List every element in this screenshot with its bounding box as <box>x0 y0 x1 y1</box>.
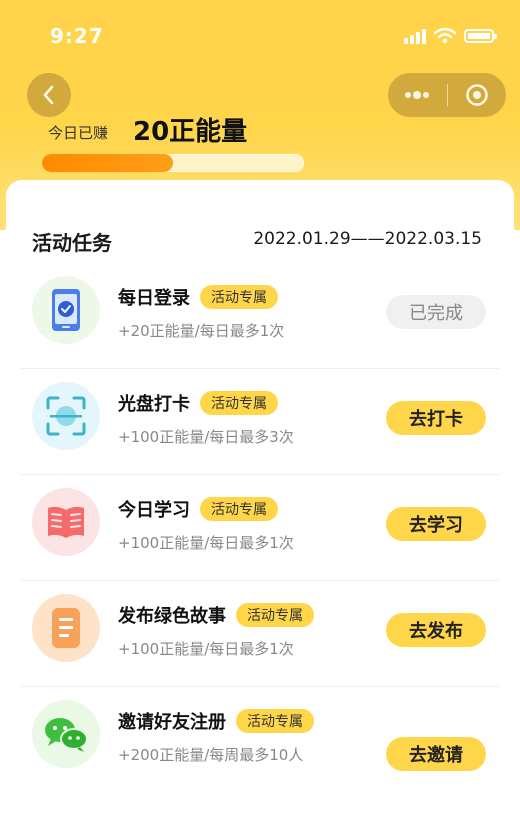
task-name: 今日学习 活动专属 <box>118 496 278 522</box>
status-time: 9:27 <box>50 24 104 48</box>
earned-today-label: 今日已赚 <box>48 124 109 142</box>
task-done-button[interactable]: 已完成 <box>386 295 486 329</box>
task-item-clean-plate: 光盘打卡 活动专属 +100正能量/每日最多3次 去打卡 <box>20 368 500 475</box>
signal-icon <box>404 28 426 44</box>
task-reward: +200正能量/每周最多10人 <box>118 746 304 764</box>
status-icons <box>404 26 497 46</box>
study-button[interactable]: 去学习 <box>386 507 486 541</box>
wifi-icon <box>434 28 456 44</box>
invite-button[interactable]: 去邀请 <box>386 737 486 771</box>
task-tag: 活动专属 <box>200 285 278 309</box>
publish-button[interactable]: 去发布 <box>386 613 486 647</box>
phone-check-icon <box>32 276 100 344</box>
task-item-daily-study: 今日学习 活动专属 +100正能量/每日最多1次 去学习 <box>20 474 500 581</box>
more-button[interactable] <box>388 73 447 117</box>
task-name: 每日登录 活动专属 <box>118 284 278 310</box>
task-card: 活动任务 2022.01.29——2022.03.15 每日登录 活动专属 +20… <box>6 180 514 840</box>
task-reward: +100正能量/每日最多1次 <box>118 534 294 552</box>
book-icon <box>32 488 100 556</box>
task-name: 光盘打卡 活动专属 <box>118 390 278 416</box>
task-reward: +20正能量/每日最多1次 <box>118 322 285 340</box>
close-miniprogram-button[interactable] <box>448 73 507 117</box>
task-name: 邀请好友注册 活动专属 <box>118 708 314 734</box>
task-item-green-story: 发布绿色故事 活动专属 +100正能量/每日最多1次 去发布 <box>20 580 500 687</box>
progress-fill <box>42 154 173 172</box>
task-name: 发布绿色故事 活动专属 <box>118 602 314 628</box>
task-reward: +100正能量/每日最多1次 <box>118 640 294 658</box>
check-in-button[interactable]: 去打卡 <box>386 401 486 435</box>
task-item-daily-login: 每日登录 活动专属 +20正能量/每日最多1次 已完成 <box>20 262 500 369</box>
task-tag: 活动专属 <box>200 391 278 415</box>
earned-progress-bar <box>42 154 304 172</box>
wechat-icon <box>32 700 100 768</box>
section-title: 活动任务 <box>32 231 112 255</box>
status-bar: 9:27 <box>0 0 520 70</box>
chevron-left-icon <box>43 85 54 105</box>
more-dots-icon <box>405 91 430 99</box>
document-icon <box>32 594 100 662</box>
back-button[interactable] <box>27 73 71 117</box>
task-reward: +100正能量/每日最多3次 <box>118 428 294 446</box>
task-tag: 活动专属 <box>236 603 314 627</box>
miniprogram-capsule <box>388 73 506 117</box>
battery-icon <box>464 29 497 43</box>
target-icon <box>466 84 488 106</box>
task-tag: 活动专属 <box>236 709 314 733</box>
scan-icon <box>32 382 100 450</box>
activity-date-range: 2022.01.29——2022.03.15 <box>253 229 482 249</box>
earned-today-value: 20正能量 <box>133 117 248 147</box>
task-tag: 活动专属 <box>200 497 278 521</box>
task-item-invite-friends: 邀请好友注册 活动专属 +200正能量/每周最多10人 去邀请 <box>20 686 500 792</box>
